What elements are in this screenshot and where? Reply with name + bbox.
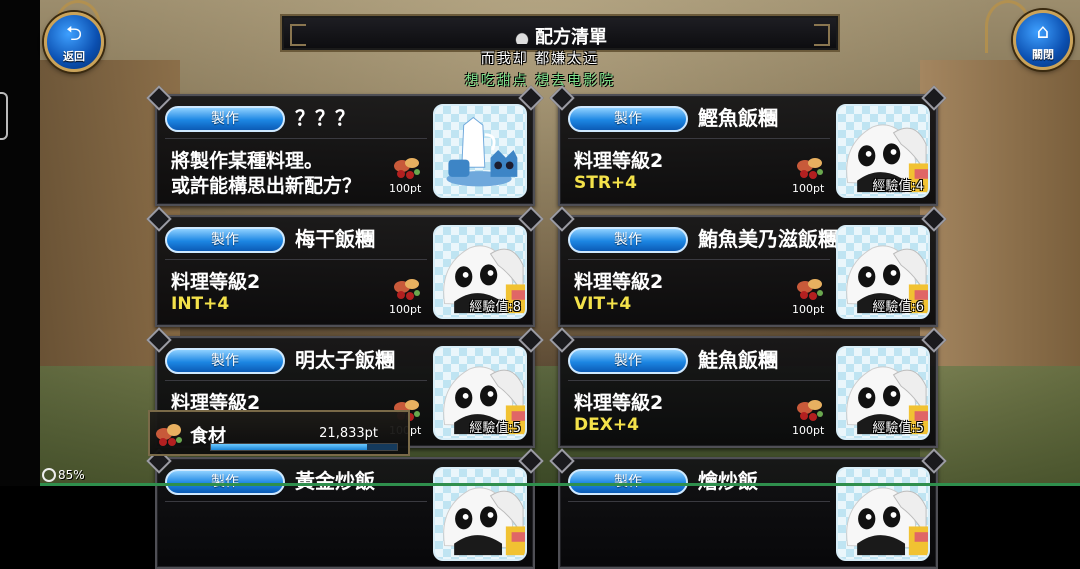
make-button[interactable]: 製作 xyxy=(165,348,285,374)
recipe-exp: 經驗值:8 xyxy=(469,300,521,315)
recipe-name: 燴炒飯 xyxy=(698,469,758,493)
side-handle[interactable] xyxy=(0,92,8,140)
recipe-stat-bonus: VIT+4 xyxy=(574,294,632,314)
battery-icon xyxy=(42,468,56,482)
recipe-cost: 100pt xyxy=(389,303,422,316)
recipe-card[interactable]: 製作 鮪魚美乃滋飯糰料理等級2 VIT+4 100pt 經驗值:6 xyxy=(558,215,938,327)
title-bar: 配方清單 xyxy=(280,14,840,52)
recipe-card[interactable]: 製作 燴炒飯 xyxy=(558,457,938,569)
recipe-description: 料理等級2 xyxy=(574,392,664,414)
recipe-name: 鮪魚美乃滋飯糰 xyxy=(698,227,838,251)
onigiri-thumbnail xyxy=(836,467,930,561)
recipe-cost: 100pt xyxy=(792,424,825,437)
recipe-card[interactable]: 製作 黃金炒飯 xyxy=(155,457,535,569)
card-divider xyxy=(165,259,427,260)
page-title: 配方清單 xyxy=(535,27,607,48)
recipe-detail-text: 或許能構思出新配方？ xyxy=(171,175,362,197)
chat-bubble-line-1: 而我却 都嫌太远 xyxy=(480,51,600,67)
card-divider xyxy=(568,380,830,381)
ingredients-value: 21,833pt xyxy=(319,426,378,441)
recipe-name: 黃金炒飯 xyxy=(295,469,375,493)
make-button[interactable]: 製作 xyxy=(568,106,688,132)
make-button[interactable]: 製作 xyxy=(165,106,285,132)
card-divider xyxy=(568,138,830,139)
recipe-exp: 經驗值:5 xyxy=(872,421,924,436)
teaset-thumbnail xyxy=(433,104,527,198)
pot-icon xyxy=(513,30,531,44)
ingredients-progress-fill xyxy=(211,444,368,450)
recipe-card[interactable]: 製作 ？？？ 將製作某種料理。或許能構思出新配方？ 100pt xyxy=(155,94,535,206)
onigiri-thumbnail: 經驗值:4 xyxy=(836,104,930,198)
ingredients-icon xyxy=(156,424,182,446)
onigiri-thumbnail xyxy=(433,467,527,561)
card-divider xyxy=(165,501,427,502)
make-button[interactable]: 製作 xyxy=(165,469,285,495)
recipe-name: 鰹魚飯糰 xyxy=(698,106,778,130)
recipe-detail: 或許能構思出新配方？ xyxy=(171,171,361,198)
recipe-name: ？？？ xyxy=(295,106,355,130)
recipe-stat-bonus: STR+4 xyxy=(574,173,638,193)
recipe-exp: 經驗值:5 xyxy=(469,421,521,436)
ingredients-icon xyxy=(797,158,823,179)
card-divider xyxy=(165,138,427,139)
onigiri-thumbnail: 經驗值:8 xyxy=(433,225,527,319)
ingredients-icon xyxy=(797,400,823,421)
recipe-description: 料理等級2 xyxy=(171,271,261,293)
page-title-wrap: 配方清單 xyxy=(282,23,838,49)
ingredients-icon xyxy=(394,279,420,300)
recipe-name: 鮭魚飯糰 xyxy=(698,348,778,372)
make-button[interactable]: 製作 xyxy=(568,469,688,495)
battery-percent: 85% xyxy=(58,468,85,482)
recipe-name: 明太子飯糰 xyxy=(295,348,395,372)
recipe-detail: VIT+4 xyxy=(574,292,631,314)
recipe-exp: 經驗值:6 xyxy=(872,300,924,315)
recipe-detail: STR+4 xyxy=(574,171,637,193)
recipe-cost: 100pt xyxy=(389,182,422,195)
card-divider xyxy=(165,380,427,381)
recipe-cost: 100pt xyxy=(792,182,825,195)
recipe-exp: 經驗值:4 xyxy=(872,179,924,194)
recipe-stat-bonus: DEX+4 xyxy=(574,415,639,435)
recipe-description: 料理等級2 xyxy=(574,271,664,293)
make-button[interactable]: 製作 xyxy=(568,348,688,374)
recipe-name: 梅干飯糰 xyxy=(295,227,375,251)
onigiri-thumbnail: 經驗值:6 xyxy=(836,225,930,319)
ingredients-icon xyxy=(797,279,823,300)
onigiri-thumbnail: 經驗值:5 xyxy=(836,346,930,440)
card-divider xyxy=(568,259,830,260)
recipe-description: 料理等級2 xyxy=(574,150,664,172)
ingredients-progress-bar xyxy=(210,443,398,451)
home-icon: ⌂ xyxy=(1036,19,1050,43)
recipe-detail: INT+4 xyxy=(171,292,229,314)
make-button[interactable]: 製作 xyxy=(165,227,285,253)
recipe-stat-bonus: INT+4 xyxy=(171,294,230,314)
card-divider xyxy=(568,501,830,502)
recipe-card[interactable]: 製作 鮭魚飯糰料理等級2 DEX+4 100pt 經驗值:5 xyxy=(558,336,938,448)
recipe-card[interactable]: 製作 梅干飯糰料理等級2 INT+4 100pt 經驗值:8 xyxy=(155,215,535,327)
recipe-card[interactable]: 製作 鰹魚飯糰料理等級2 STR+4 100pt 經驗值:4 xyxy=(558,94,938,206)
ingredients-panel: 食材 21,833pt xyxy=(148,410,410,456)
make-button[interactable]: 製作 xyxy=(568,227,688,253)
onigiri-thumbnail: 經驗值:5 xyxy=(433,346,527,440)
ingredients-icon xyxy=(394,158,420,179)
recipe-cost: 100pt xyxy=(792,303,825,316)
battery-status: 85% xyxy=(42,468,85,482)
recipe-description: 將製作某種料理。 xyxy=(171,150,324,172)
recipe-detail: DEX+4 xyxy=(574,413,639,435)
chat-bubble-line-2: 想吃甜点 想去电影院 xyxy=(464,73,616,89)
back-arrow-icon: ⮌ xyxy=(65,21,83,45)
